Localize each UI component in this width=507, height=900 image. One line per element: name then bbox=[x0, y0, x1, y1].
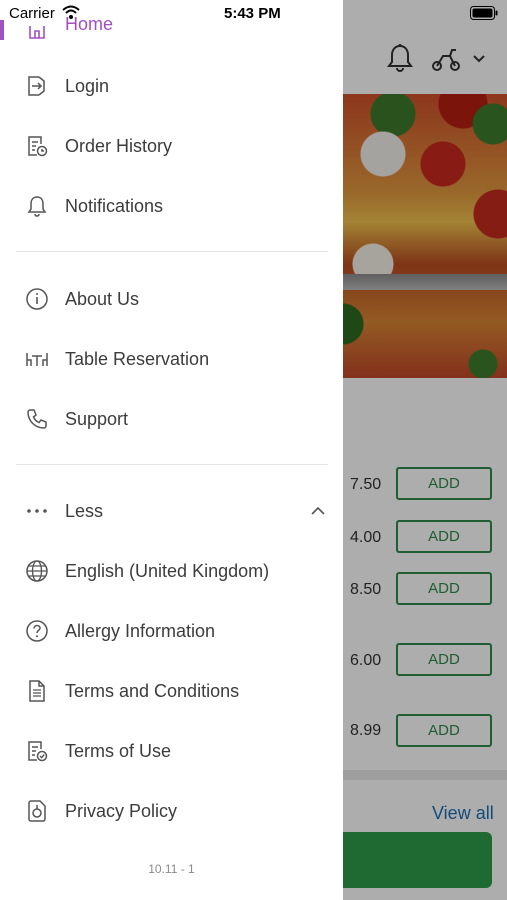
menu-label: Notifications bbox=[65, 196, 164, 216]
menu-label: Table Reservation bbox=[65, 349, 210, 369]
document-icon bbox=[29, 680, 45, 702]
menu-label: Support bbox=[65, 409, 129, 429]
document-check-icon bbox=[28, 741, 48, 762]
menu-item-allergy[interactable]: Allergy Information bbox=[0, 611, 343, 651]
app-version: 10.11 - 1 bbox=[148, 862, 195, 876]
clock: 5:43 PM bbox=[224, 5, 281, 22]
bell-icon bbox=[27, 196, 47, 217]
menu-label: Allergy Information bbox=[65, 621, 216, 641]
menu-label: About Us bbox=[65, 289, 140, 309]
menu-item-table-reservation[interactable]: Table Reservation bbox=[0, 339, 343, 379]
menu-item-support[interactable]: Support bbox=[0, 399, 343, 439]
more-dots-icon bbox=[27, 509, 47, 513]
menu-item-login[interactable]: Login bbox=[0, 66, 343, 106]
menu-label: Less bbox=[65, 501, 104, 521]
menu-divider bbox=[16, 464, 328, 465]
menu-label: Terms of Use bbox=[65, 741, 172, 761]
table-icon bbox=[26, 353, 48, 366]
menu-item-terms-of-use[interactable]: Terms of Use bbox=[0, 731, 343, 771]
battery-icon bbox=[470, 6, 498, 20]
menu-item-language[interactable]: English (United Kingdom) bbox=[0, 551, 343, 591]
info-icon bbox=[26, 288, 48, 310]
menu-item-less[interactable]: Less bbox=[0, 491, 343, 531]
menu-item-notifications[interactable]: Notifications bbox=[0, 186, 343, 226]
menu-label: Login bbox=[65, 76, 110, 96]
chevron-up-icon[interactable] bbox=[310, 505, 326, 517]
globe-icon bbox=[26, 560, 48, 582]
menu-label: Privacy Policy bbox=[65, 801, 178, 821]
side-menu: Home Login Order History Notifications A… bbox=[0, 0, 343, 900]
order-history-icon bbox=[28, 136, 48, 157]
menu-label: Order History bbox=[65, 136, 173, 156]
menu-item-privacy-policy[interactable]: Privacy Policy bbox=[0, 791, 343, 831]
menu-label: English (United Kingdom) bbox=[65, 561, 270, 581]
status-bar: Carrier 5:43 PM bbox=[0, 0, 507, 28]
phone-icon bbox=[27, 409, 47, 429]
menu-label: Terms and Conditions bbox=[65, 681, 240, 701]
carrier-label: Carrier bbox=[9, 5, 55, 22]
wifi-icon bbox=[62, 5, 80, 19]
drawer-overlay[interactable] bbox=[343, 0, 507, 900]
menu-item-terms-conditions[interactable]: Terms and Conditions bbox=[0, 671, 343, 711]
menu-item-about-us[interactable]: About Us bbox=[0, 279, 343, 319]
login-icon bbox=[28, 76, 45, 96]
menu-divider bbox=[16, 251, 328, 252]
privacy-icon bbox=[28, 800, 46, 822]
help-icon bbox=[26, 620, 48, 642]
menu-item-order-history[interactable]: Order History bbox=[0, 126, 343, 166]
